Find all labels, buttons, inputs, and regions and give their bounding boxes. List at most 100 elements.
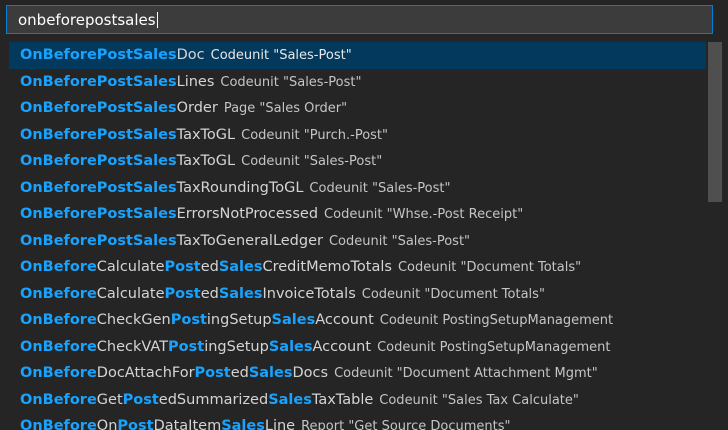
- suggestion-detail: Codeunit "Sales Tax Calculate": [379, 392, 579, 408]
- label-text: Order: [176, 100, 218, 116]
- label-text: Account: [315, 312, 374, 328]
- label-text: TaxToGeneralLedger: [176, 232, 323, 249]
- label-text: ingSetup: [204, 338, 269, 355]
- suggestion-detail: Codeunit "Sales-Post": [210, 48, 352, 63]
- label-text: TaxToGL: [176, 126, 236, 143]
- suggestion-label: OnBeforeCalculatePostedSalesInvoiceTotal…: [20, 286, 356, 302]
- label-text: TaxToGL: [176, 153, 236, 169]
- suggestion-detail: Codeunit PostingSetupManagement: [379, 313, 614, 328]
- suggestion-item[interactable]: OnBeforeCalculatePostedSalesCreditMemoTo…: [9, 254, 706, 281]
- match-highlight: OnBeforePostSales: [20, 126, 177, 143]
- suggestion-label: OnBeforeCalculatePostedSalesCreditMemoTo…: [20, 259, 392, 275]
- label-text: Calculate: [96, 285, 165, 302]
- suggestion-detail: Codeunit "Document Attachment Mgmt": [334, 366, 598, 381]
- label-text: TaxRoundingToGL: [176, 179, 304, 196]
- suggestion-detail: Codeunit "Whse.-Post Receipt": [324, 207, 524, 222]
- suggestion-label: OnBeforeCheckVATPostingSetupSalesAccount: [20, 339, 371, 355]
- label-text: CheckGen: [96, 312, 171, 328]
- label-text: Calculate: [96, 259, 165, 275]
- match-highlight: Sales: [221, 418, 265, 430]
- suggestion-item[interactable]: OnBeforeCalculatePostedSalesInvoiceTotal…: [9, 281, 706, 308]
- match-highlight: OnBefore: [20, 312, 97, 328]
- suggestion-label: OnBeforePostSalesErrorsNotProcessed: [20, 206, 318, 222]
- suggestion-detail: Page "Sales Order": [223, 101, 348, 116]
- suggestion-label: OnBeforePostSalesOrder: [20, 100, 218, 116]
- match-highlight: Sales: [218, 259, 263, 275]
- suggestion-label: OnBeforeDocAttachForPostedSalesDocs: [20, 365, 328, 381]
- suggestion-detail: Codeunit "Document Totals": [361, 286, 545, 302]
- match-highlight: Post: [122, 391, 159, 408]
- label-text: ed: [200, 285, 219, 302]
- match-highlight: Sales: [268, 391, 312, 408]
- suggestion-label: OnBeforeCheckGenPostingSetupSalesAccount: [20, 312, 374, 328]
- suggestion-label: OnBeforePostSalesTaxToGL: [20, 153, 235, 169]
- match-highlight: OnBefore: [20, 418, 97, 430]
- match-highlight: OnBeforePostSales: [20, 73, 177, 90]
- match-highlight: Sales: [248, 365, 293, 381]
- suggestion-detail: Codeunit "Sales-Post": [328, 233, 471, 249]
- suggestion-label: OnBeforeGetPostedSummarizedSalesTaxTable: [20, 392, 373, 408]
- suggestion-detail: Codeunit "Sales-Post": [220, 74, 362, 90]
- label-text: Doc: [176, 47, 205, 63]
- label-text: Line: [264, 418, 296, 430]
- label-text: edSummarized: [158, 391, 269, 408]
- match-highlight: OnBefore: [20, 365, 97, 381]
- suggestion-item[interactable]: OnBeforePostSalesLines Codeunit "Sales-Po…: [9, 69, 706, 96]
- match-highlight: OnBeforePostSales: [20, 179, 177, 196]
- label-text: ed: [230, 365, 249, 381]
- match-highlight: OnBeforePostSales: [20, 206, 177, 222]
- suggestion-item[interactable]: OnBeforePostSalesOrder Page "Sales Order": [9, 95, 706, 122]
- match-highlight: Post: [164, 259, 201, 275]
- match-highlight: Post: [194, 365, 231, 381]
- label-text: Get: [96, 391, 123, 408]
- match-highlight: Post: [117, 418, 154, 430]
- suggestion-item[interactable]: OnBeforeCheckVATPostingSetupSalesAccount…: [9, 334, 706, 361]
- suggestion-item[interactable]: OnBeforePostSalesErrorsNotProcessed Codeu…: [9, 201, 706, 228]
- suggestion-item[interactable]: OnBeforePostSalesTaxRoundingToGL Codeunit…: [9, 175, 706, 202]
- match-highlight: Sales: [268, 338, 313, 355]
- suggestion-item[interactable]: OnBeforeCheckGenPostingSetupSalesAccount…: [9, 307, 706, 334]
- suggestion-detail: Codeunit PostingSetupManagement: [377, 339, 611, 355]
- suggestion-item[interactable]: OnBeforePostSalesTaxToGL Codeunit "Sales-…: [9, 148, 706, 175]
- match-highlight: OnBeforePostSales: [20, 153, 177, 169]
- search-text[interactable]: onbeforepostsales: [18, 12, 158, 29]
- scrollbar[interactable]: [706, 42, 722, 430]
- suggestion-label: OnBeforePostSalesTaxRoundingToGL: [20, 180, 303, 196]
- suggestion-item[interactable]: OnBeforePostSalesDoc Codeunit "Sales-Post…: [9, 42, 706, 69]
- label-text: ingSetup: [206, 312, 272, 328]
- label-text: On: [96, 418, 118, 430]
- match-highlight: Sales: [271, 312, 316, 328]
- suggestion-item[interactable]: OnBeforePostSalesTaxToGL Codeunit "Purch.…: [9, 122, 706, 149]
- match-highlight: OnBeforePostSales: [20, 232, 177, 249]
- suggestion-detail: Codeunit "Purch.-Post": [241, 127, 389, 143]
- match-highlight: OnBeforePostSales: [20, 100, 177, 116]
- suggestion-item[interactable]: OnBeforeDocAttachForPostedSalesDocs Codeu…: [9, 360, 706, 387]
- match-highlight: OnBeforePostSales: [20, 47, 177, 63]
- label-text: DocAttachFor: [96, 365, 195, 381]
- suggestion-item[interactable]: OnBeforePostSalesTaxToGeneralLedger Codeu…: [9, 228, 706, 255]
- label-text: DataItem: [153, 418, 222, 430]
- match-highlight: Sales: [218, 285, 263, 302]
- suggestion-item[interactable]: OnBeforeGetPostedSummarizedSalesTaxTable…: [9, 387, 706, 414]
- match-highlight: Post: [164, 285, 201, 302]
- scrollbar-thumb[interactable]: [708, 42, 722, 202]
- suggestion-detail: Report "Get Source Documents": [301, 419, 511, 430]
- quick-open-input[interactable]: onbeforepostsales: [6, 5, 713, 34]
- suggestion-label: OnBeforePostSalesTaxToGeneralLedger: [20, 233, 323, 249]
- label-text: Lines: [176, 73, 215, 90]
- label-text: ed: [200, 259, 219, 275]
- match-highlight: OnBefore: [20, 285, 97, 302]
- suggestion-list: OnBeforePostSalesDoc Codeunit "Sales-Post…: [9, 42, 706, 430]
- label-text: TaxTable: [311, 391, 374, 408]
- match-highlight: OnBefore: [20, 259, 97, 275]
- suggestion-detail: Codeunit "Sales-Post": [309, 180, 451, 196]
- match-highlight: Post: [170, 312, 207, 328]
- suggestion-label: OnBeforeOnPostDataItemSalesLine: [20, 418, 295, 430]
- suggestion-item[interactable]: OnBeforeOnPostDataItemSalesLine Report "G…: [9, 413, 706, 430]
- suggestion-label: OnBeforePostSalesDoc: [20, 47, 205, 63]
- label-text: Account: [312, 338, 372, 355]
- label-text: Docs: [292, 365, 329, 381]
- suggestion-detail: Codeunit "Document Totals": [397, 260, 582, 275]
- match-highlight: OnBefore: [20, 338, 97, 355]
- label-text: CreditMemoTotals: [262, 259, 392, 275]
